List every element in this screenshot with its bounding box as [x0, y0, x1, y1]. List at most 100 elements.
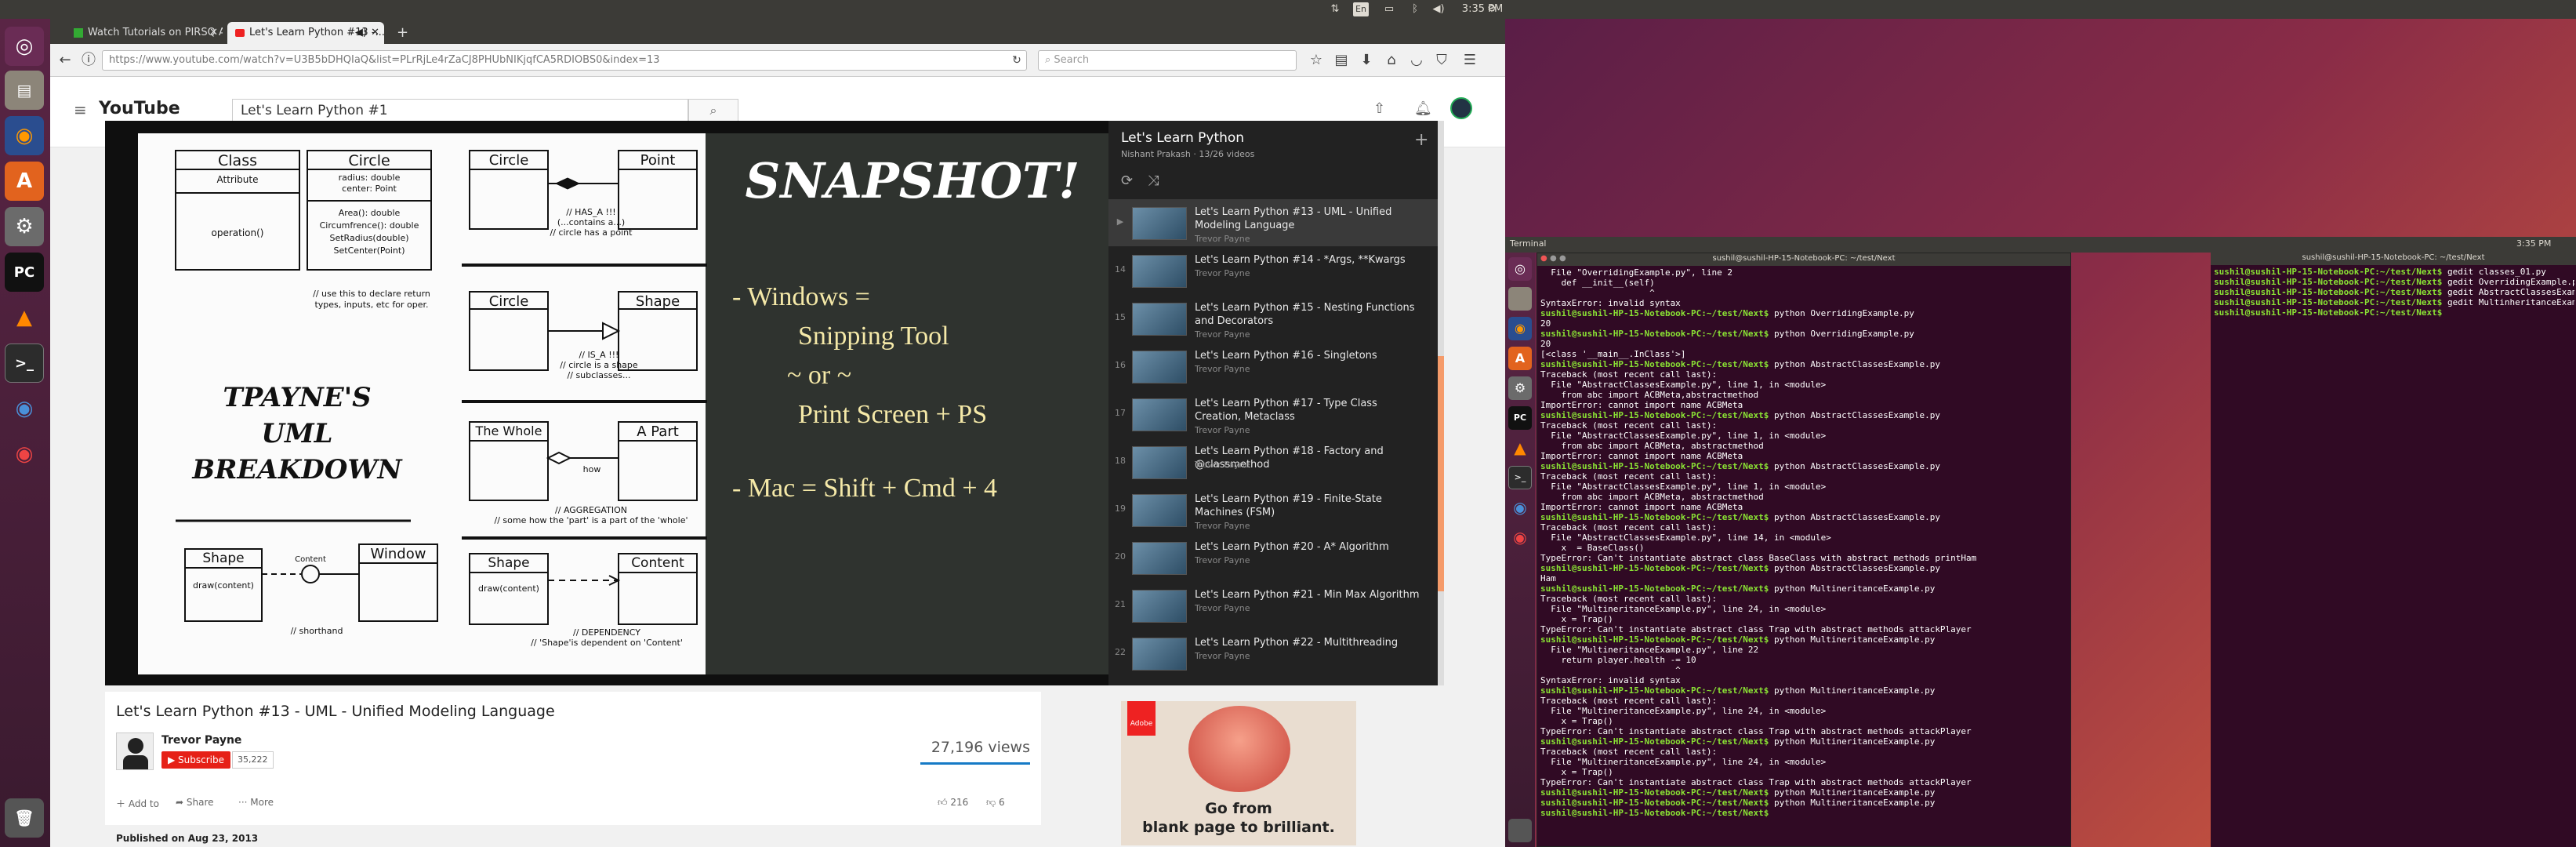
playlist-item[interactable]: 20 Let's Learn Python #20 - A* Algorithm T… [1108, 534, 1438, 581]
battery-icon[interactable]: ▭ [1380, 2, 1399, 16]
more-button[interactable]: ··· More [238, 797, 274, 808]
dropbox-icon[interactable]: ⇅ [1328, 2, 1342, 16]
video-thumbnail[interactable] [1132, 255, 1187, 288]
terminal-window[interactable]: ● ● ● sushil@sushil-HP-15-Notebook-PC: ~… [1537, 253, 2071, 847]
tab-pirsq[interactable]: Watch Tutorials on PIRSQ A... ✕ [66, 22, 223, 44]
ad-banner[interactable]: Adobe Go from blank page to brilliant. [1121, 701, 1356, 845]
chrome-icon[interactable]: ◉ [5, 434, 44, 474]
shuffle-icon[interactable]: ⤨ [1148, 173, 1159, 189]
youtube-search-input[interactable]: Let's Learn Python #1 [232, 99, 688, 122]
settings-icon[interactable]: ⚙ [5, 207, 44, 246]
url-bar[interactable]: https://www.youtube.com/watch?v=U3B5bDHQ… [102, 50, 1027, 71]
chromium-icon[interactable]: ◉ [1508, 496, 1532, 519]
save-playlist-icon[interactable]: + [1414, 130, 1428, 150]
playlist-item[interactable]: 14 Let's Learn Python #14 - *Args, **Kwar… [1108, 247, 1438, 294]
dash-icon[interactable]: ◎ [5, 27, 44, 66]
video-thumbnail[interactable] [1132, 398, 1187, 431]
volume-icon[interactable]: ◀) [1431, 2, 1446, 16]
bluetooth-icon[interactable]: ᛒ [1408, 2, 1422, 16]
video-thumbnail[interactable] [1132, 638, 1187, 671]
subscribe-button[interactable]: ▶ Subscribe [161, 751, 231, 769]
back-icon[interactable]: ← [56, 52, 74, 69]
clock[interactable]: 3:35 PM [1455, 2, 1510, 16]
video-player[interactable]: Class Attribute operation() Circle radiu… [105, 121, 1108, 685]
vlc-icon[interactable]: ▲ [5, 298, 44, 337]
download-icon[interactable]: ⬇ [1358, 52, 1375, 69]
gear-icon[interactable]: ⚙ [1485, 2, 1499, 16]
share-button[interactable]: ➦ Share [176, 797, 214, 808]
video-thumbnail[interactable] [1132, 542, 1187, 575]
pycharm-icon[interactable]: PC [5, 253, 44, 292]
dislike-button[interactable]: 👎︎ 6 [986, 797, 1005, 809]
playlist-item[interactable]: 18 Let's Learn Python #18 - Factory and @… [1108, 438, 1438, 485]
video-thumbnail[interactable] [1132, 207, 1187, 240]
pycharm-icon[interactable]: PC [1508, 406, 1532, 430]
hamburger-icon[interactable]: ≡ [74, 100, 87, 119]
side-terminal-output[interactable]: sushil@sushil-HP-15-Notebook-PC:~/test/N… [2214, 267, 2574, 318]
add-to-button[interactable]: ＋ Add to [116, 797, 159, 810]
new-tab-button[interactable]: + [389, 22, 412, 44]
info-icon[interactable]: ⓘ [80, 52, 97, 69]
playlist-item[interactable]: 15 Let's Learn Python #15 - Nesting Funct… [1108, 295, 1438, 342]
side-terminal-window[interactable]: sushil@sushil-HP-15-Notebook-PC: ~/test/… [2211, 253, 2576, 847]
home-icon[interactable]: ⌂ [1383, 52, 1400, 69]
tab-youtube[interactable]: Let's Learn Python #13 -... ◀) ✕ [227, 22, 384, 44]
shield-icon[interactable]: ⛉ [1433, 52, 1450, 69]
scrollbar-thumb[interactable] [1438, 356, 1444, 591]
playlist-item[interactable]: 16 Let's Learn Python #16 - Singletons Tre… [1108, 343, 1438, 390]
software-center-icon[interactable]: A [1508, 347, 1532, 370]
page-scrollbar[interactable] [1438, 121, 1444, 685]
video-thumbnail[interactable] [1132, 351, 1187, 384]
trash-icon[interactable] [1508, 819, 1532, 842]
terminal-command: gedit MultinheritanceExample.py [2447, 297, 2574, 307]
title-line: UML BREAKDOWN [192, 418, 402, 485]
terminal-output[interactable]: File "OverridingExample.py", line 2 def … [1540, 267, 2069, 845]
like-button[interactable]: 👍︎ 216 [938, 797, 968, 809]
vlc-icon[interactable]: ▲ [1508, 436, 1532, 460]
keyboard-indicator[interactable]: En [1353, 2, 1369, 16]
circle-label-3: Circle [488, 293, 529, 310]
notifications-icon[interactable]: 🔔︎ [1414, 100, 1432, 117]
terminal-prompt: sushil@sushil-HP-15-Notebook-PC:~/test/N… [2214, 267, 2443, 277]
launcher: ◎ ▤ ◉ A ⚙ PC ▲ >_ ◉ ◉ 🗑 [0, 19, 50, 847]
library-icon[interactable]: ▤ [1333, 52, 1350, 69]
playlist-title[interactable]: Let's Learn Python [1121, 130, 1244, 146]
bookmark-star-icon[interactable]: ☆ [1308, 52, 1325, 69]
close-icon[interactable]: ✕ [209, 22, 218, 44]
loop-icon[interactable]: ⟳ [1121, 173, 1133, 189]
terminal-icon[interactable]: >_ [5, 344, 44, 383]
playlist-item[interactable]: 22 Let's Learn Python #22 - Multithreadin… [1108, 630, 1438, 677]
video-thumbnail[interactable] [1132, 494, 1187, 527]
firefox-icon[interactable]: ◉ [1508, 317, 1532, 340]
channel-avatar[interactable] [116, 732, 154, 770]
chromium-icon[interactable]: ◉ [5, 389, 44, 428]
software-center-icon[interactable]: A [5, 162, 44, 201]
avatar[interactable] [1450, 97, 1472, 119]
video-thumbnail[interactable] [1132, 590, 1187, 623]
files-icon[interactable]: ▤ [5, 71, 44, 110]
video-thumbnail[interactable] [1132, 446, 1187, 479]
trash-icon[interactable]: 🗑 [5, 798, 44, 838]
settings-icon[interactable]: ⚙ [1508, 376, 1532, 400]
playlist-item[interactable]: ▶ Let's Learn Python #13 - UML - Unified … [1108, 199, 1438, 246]
chrome-icon[interactable]: ◉ [1508, 525, 1532, 549]
playlist-item[interactable]: 21 Let's Learn Python #21 - Min Max Algor… [1108, 582, 1438, 629]
playlist-item[interactable]: 17 Let's Learn Python #17 - Type Class Cr… [1108, 391, 1438, 438]
search-input[interactable]: ⌕ Search [1038, 50, 1297, 71]
reload-icon[interactable]: ↻ [1008, 52, 1025, 69]
youtube-search-button[interactable]: ⌕ [688, 99, 738, 122]
terminal-icon[interactable]: >_ [1508, 466, 1532, 489]
channel-name[interactable]: Trevor Payne [161, 734, 241, 747]
files-icon[interactable] [1508, 287, 1532, 311]
pocket-icon[interactable]: ◡ [1408, 52, 1425, 69]
terminal-prompt: sushil@sushil-HP-15-Notebook-PC:~/test/N… [1540, 685, 1769, 696]
video-thumbnail[interactable] [1132, 303, 1187, 336]
close-icon[interactable]: ✕ [371, 22, 379, 44]
dash-icon[interactable]: ◎ [1508, 257, 1532, 281]
upload-icon[interactable]: ⇧ [1373, 100, 1385, 117]
firefox-icon[interactable]: ◉ [5, 116, 44, 155]
speaker-icon[interactable]: ◀) [355, 22, 367, 44]
menu-icon[interactable]: ☰ [1461, 52, 1478, 69]
right-clock[interactable]: 3:35 PM [2516, 238, 2551, 249]
playlist-item[interactable]: 19 Let's Learn Python #19 - Finite-State … [1108, 486, 1438, 533]
